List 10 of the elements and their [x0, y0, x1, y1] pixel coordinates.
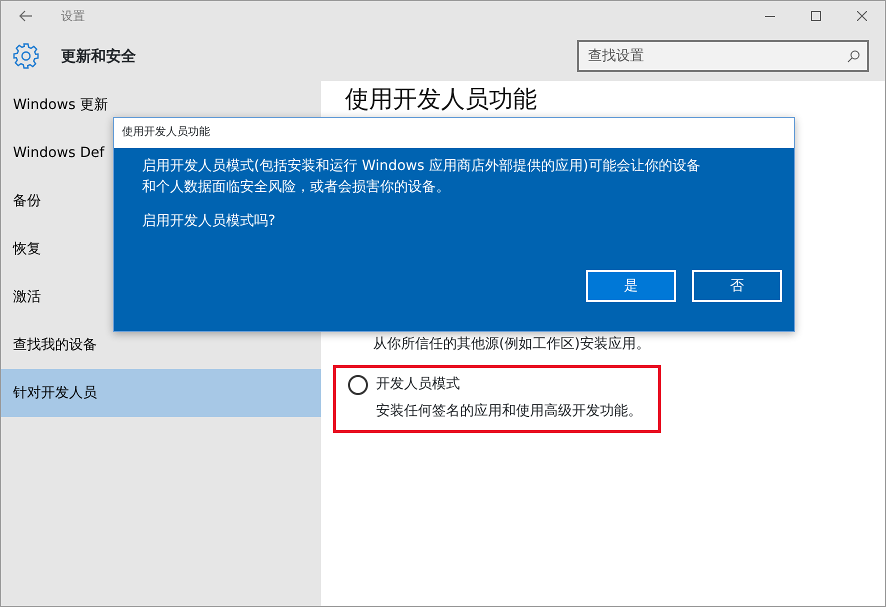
option-label: 开发人员模式	[376, 375, 460, 394]
option-description: 安装任何签名的应用和使用高级开发功能。	[376, 402, 643, 421]
page-title: 更新和安全	[61, 46, 136, 67]
description-text: 从你所信任的其他源(例如工作区)安装应用。	[373, 335, 651, 354]
dialog-message: 启用开发人员模式(包括安装和运行 Windows 应用商店外部提供的应用)可能会让你的设备	[142, 157, 702, 176]
dialog-title: 使用开发人员功能	[122, 125, 210, 138]
section-heading: 使用开发人员功能	[345, 84, 538, 114]
window-title: 设置	[61, 8, 85, 25]
dialog-question: 启用开发人员模式吗?	[142, 213, 276, 229]
dialog-message: 和个人数据面临安全风险，或者会损害你的设备。	[142, 178, 451, 197]
